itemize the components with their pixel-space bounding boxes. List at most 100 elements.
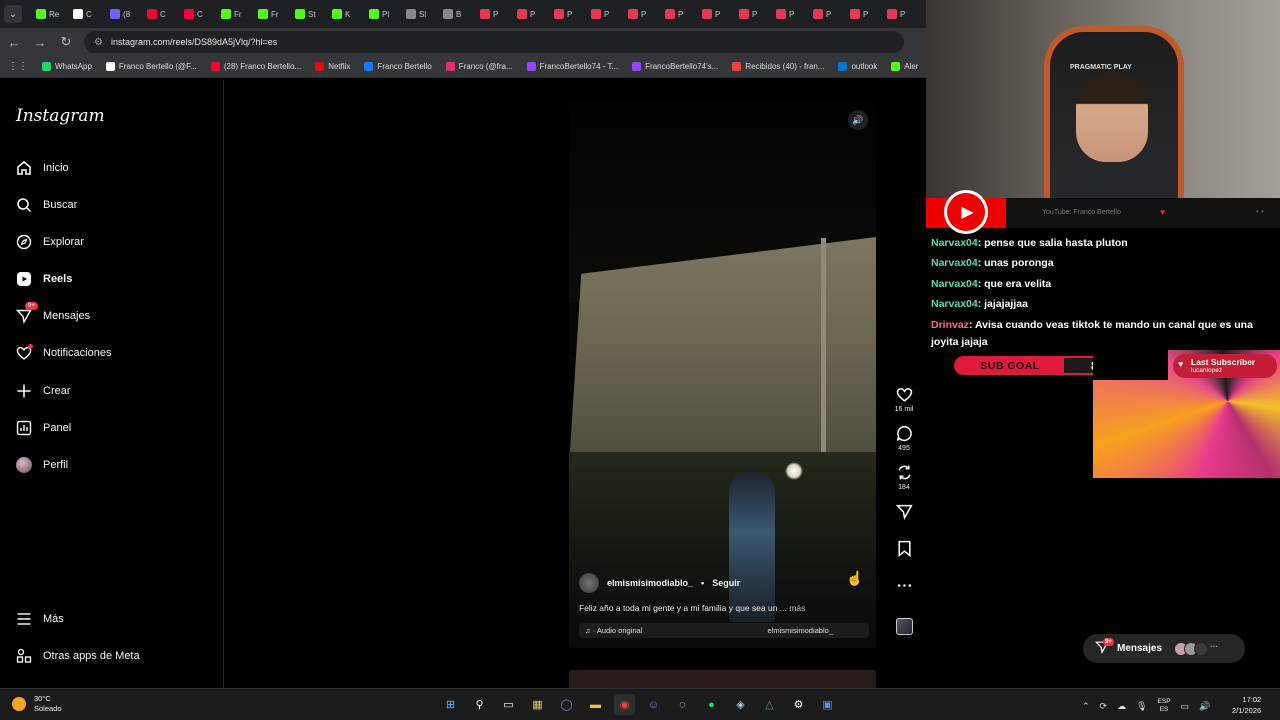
back-icon[interactable]: ← [2,30,26,54]
caption-text: Feliz año a toda mi gente y a mi familia… [579,603,787,613]
author-avatar[interactable] [579,573,599,593]
bookmark-item[interactable]: outlook [838,62,877,71]
address-bar[interactable]: ⚙ instagram.com/reels/DS89dA5jVlq/?hl=es [84,31,904,53]
mic-icon[interactable]: 🎙 [1136,701,1147,712]
reel-video[interactable]: 🔊 elmismisimodiablo_ • Seguir Feliz año … [569,102,876,648]
more-action[interactable] [891,577,917,597]
reload-icon[interactable]: ↻ [54,30,78,54]
bookmark-item[interactable]: Recibidos (40) - fran... [732,62,824,71]
site-info-icon[interactable]: ⚙ [94,37,103,48]
browser-tab[interactable]: P [735,3,772,25]
file-explorer-icon[interactable]: ▬ [585,694,606,715]
store-icon[interactable]: ▦ [527,694,548,715]
instagram-logo[interactable]: Instagram [16,106,105,126]
app-icon[interactable]: ◌ [672,694,693,715]
spotify-icon[interactable]: ● [701,694,722,715]
bookmark-item[interactable]: Franco (@fra... [445,62,513,71]
chat-user: Narvax04 [931,277,978,290]
chevron-up-icon[interactable]: ⌃ [1082,701,1090,712]
browser-tab[interactable]: P [587,3,624,25]
browser-tab[interactable]: St [291,3,328,25]
nav-dashboard[interactable]: Panel [16,420,71,436]
browser-tab[interactable]: Re [32,3,69,25]
next-reel-preview[interactable] [569,670,876,688]
browser-tab[interactable]: P [513,3,550,25]
browser-tab[interactable]: P [624,3,661,25]
browser-tab[interactable]: C [69,3,106,25]
tab-label: St [308,9,316,19]
bookmark-item[interactable]: FrancoBertello74's... [632,62,718,71]
browser-tab[interactable]: K [328,3,365,25]
language-indicator[interactable]: ESP ES [1158,698,1171,714]
nav-create[interactable]: Crear [16,383,71,399]
discord-icon[interactable]: ☺ [643,694,664,715]
forward-icon[interactable]: → [28,30,52,54]
browser-tab[interactable]: Fr [217,3,254,25]
display-icon[interactable]: ▭ [1181,701,1190,712]
task-view-icon[interactable]: ▭ [498,694,519,715]
comment-action[interactable]: 495 [891,425,917,452]
drive-icon[interactable]: △ [759,694,780,715]
window-app-icon[interactable]: ▣ [817,694,838,715]
tab-label: Re [49,9,60,19]
search-icon[interactable]: ⚲ [469,694,490,715]
audio-row[interactable]: ♫ · Audio original elmismisimodiablo_ [579,623,869,638]
nav-home[interactable]: Inicio [16,160,69,176]
browser-tab[interactable]: P [476,3,513,25]
chrome-icon[interactable]: ◉ [614,694,635,715]
nav-explore[interactable]: Explorar [16,234,84,250]
messages-pill[interactable]: 9+ Mensajes ··· [1083,634,1245,663]
nav-more[interactable]: Más [16,611,64,627]
steam-icon[interactable]: ◈ [730,694,751,715]
browser-tab[interactable]: P [883,3,920,25]
repost-action[interactable]: 184 [891,464,917,491]
bookmark-item[interactable]: (28) Franco Bertello... [210,62,301,71]
audio-thumbnail[interactable] [896,618,913,635]
cloud-icon[interactable]: ☁ [1117,701,1126,712]
tab-favicon-icon [702,9,712,19]
browser-tab[interactable]: B [439,3,476,25]
author-name[interactable]: elmismisimodiablo_ [607,578,693,588]
share-action[interactable] [891,503,917,523]
audio-author[interactable]: elmismisimodiablo_ [768,626,833,635]
nav-meta-apps[interactable]: Otras apps de Meta [16,648,140,664]
browser-tab[interactable]: C [180,3,217,25]
bookmark-item[interactable]: FrancoBertello74 - T... [526,62,618,71]
browser-tab[interactable]: Pl [365,3,402,25]
bookmark-item[interactable]: WhatsApp [42,62,92,71]
browser-tab[interactable]: (8 [106,3,143,25]
follow-button[interactable]: Seguir [712,578,740,588]
nav-notifications[interactable]: Notificaciones [16,344,111,361]
cortana-icon[interactable]: ◯ [556,694,577,715]
apps-icon[interactable]: ⋮⋮ [8,61,28,72]
bookmark-item[interactable]: Netflix [315,62,350,71]
browser-tab[interactable]: P [550,3,587,25]
caption-more-link[interactable]: más [789,603,805,613]
clock[interactable]: 17:02 2/1/2026 [1232,694,1261,716]
save-action[interactable] [891,540,917,560]
bookmark-item[interactable]: Franco Bertello (@F... [105,62,197,71]
nav-messages[interactable]: 9+ Mensajes [16,302,90,324]
like-action[interactable]: 16 mil [891,386,917,413]
browser-tab[interactable]: P [772,3,809,25]
bookmark-item[interactable]: Franco Bertello [364,62,432,71]
browser-tab[interactable]: C [143,3,180,25]
bookmark-label: WhatsApp [55,62,92,71]
nav-reels[interactable]: Reels [16,271,72,287]
windows-start-icon[interactable]: ⊞ [440,694,461,715]
browser-tab[interactable]: Fr [254,3,291,25]
weather-widget[interactable]: 30°C Soleado [12,694,62,714]
tab-search-button[interactable]: ⌄ [4,5,22,23]
nav-search[interactable]: Buscar [16,197,77,213]
browser-tab[interactable]: P [809,3,846,25]
bookmark-item[interactable]: Aler [891,62,918,71]
speaker-icon[interactable]: 🔊 [1199,701,1210,712]
volume-icon[interactable]: 🔊 [848,110,868,130]
settings-app-icon[interactable]: ⚙ [788,694,809,715]
nav-profile[interactable]: Perfil [16,457,68,473]
sync-icon[interactable]: ⟳ [1100,701,1108,712]
browser-tab[interactable]: P [846,3,883,25]
browser-tab[interactable]: P [661,3,698,25]
browser-tab[interactable]: P [698,3,735,25]
browser-tab[interactable]: Sl [402,3,439,25]
